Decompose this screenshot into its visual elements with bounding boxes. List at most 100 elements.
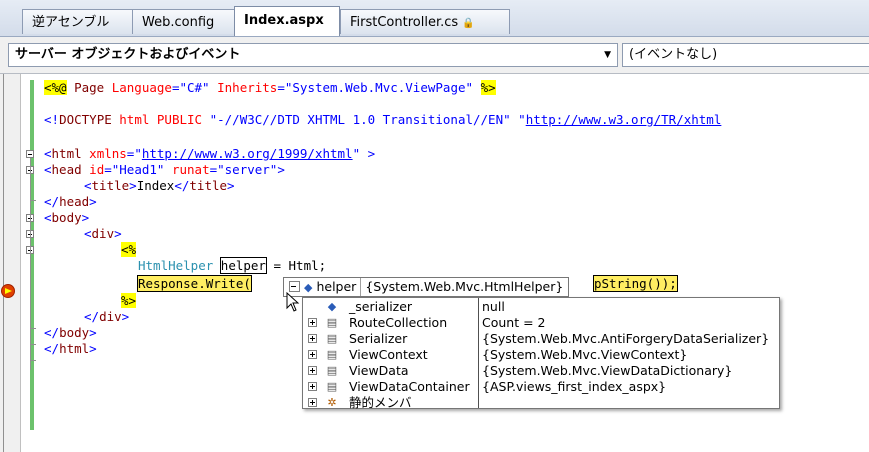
code-link[interactable]: http://www.w3.org/TR/xhtml (526, 112, 722, 127)
code-line-7[interactable]: <body> (44, 210, 89, 226)
code-token: "Head1" (111, 162, 165, 177)
code-token: Language (111, 80, 172, 95)
outline-line (30, 158, 31, 370)
code-token: > (89, 194, 97, 209)
member-name: _serializer (349, 299, 413, 314)
current-statement-arrow-icon[interactable] (1, 284, 15, 298)
margin-border (3, 74, 4, 452)
outline-end (30, 360, 36, 361)
tab-disassembly[interactable]: 逆アセンブル (22, 9, 134, 34)
code-link[interactable]: http://www.w3.org/1999/xhtml (142, 146, 353, 161)
tab-web-config[interactable]: Web.config (132, 9, 236, 34)
member-value[interactable]: {System.Web.Mvc.ViewDataDictionary} (482, 363, 732, 379)
code-token: > (121, 309, 130, 324)
tab-label: Index.aspx (244, 13, 324, 28)
datatip-row[interactable]: ▤ ViewDataContainer {ASP.views_first_ind… (303, 379, 779, 395)
code-line-11[interactable]: Response.Write( (137, 275, 252, 292)
datatip-row[interactable]: ✲ 静的メンバ (303, 395, 779, 411)
property-icon: ▤ (326, 316, 338, 329)
datatip-variable-value[interactable]: {System.Web.Mvc.HtmlHelper} (365, 279, 568, 294)
code-token: Page (66, 80, 112, 95)
code-token: </ (44, 325, 60, 340)
code-token: head (51, 162, 82, 177)
code-token: head (59, 194, 90, 209)
events-dropdown[interactable]: (イベントなし) (622, 43, 869, 67)
code-token: title (91, 178, 130, 193)
code-token: > (81, 210, 90, 225)
member-value[interactable]: {System.Web.Mvc.ViewContext} (482, 347, 687, 363)
tab-first-controller[interactable]: FirstController.cs 🔒 (340, 9, 510, 34)
member-value[interactable]: null (482, 299, 505, 315)
code-token: html (59, 341, 90, 356)
code-token: HtmlHelper (138, 258, 214, 273)
code-token: DOCTYPE (59, 112, 112, 127)
datatip-row[interactable]: ▤ Serializer {System.Web.Mvc.AntiForgery… (303, 331, 779, 347)
code-line-3[interactable]: <html xmlns="http://www.w3.org/1999/xhtm… (44, 146, 375, 162)
code-line-6[interactable]: </head> (44, 194, 97, 210)
object-icon: ◆ (304, 281, 313, 294)
code-token: "server" (217, 162, 278, 177)
code-line-12[interactable]: %> (121, 293, 137, 309)
datatip-header[interactable]: ◆ helper {System.Web.Mvc.HtmlHelper} (283, 277, 570, 297)
expand-icon[interactable] (308, 318, 317, 327)
code-line-9[interactable]: <% (121, 242, 137, 258)
tab-index-aspx[interactable]: Index.aspx (234, 6, 340, 36)
current-statement: Response.Write( (137, 275, 252, 292)
dropdown-arrow-icon[interactable]: ▼ (604, 44, 611, 66)
code-line-5[interactable]: <title>Index</title> (84, 178, 235, 194)
member-value[interactable]: {System.Web.Mvc.AntiForgeryDataSerialize… (482, 331, 769, 347)
code-line-15[interactable]: </html> (44, 341, 97, 357)
static-members-icon: ✲ (327, 396, 337, 409)
property-icon: ▤ (326, 380, 338, 393)
code-token: body (51, 210, 82, 225)
code-line-10[interactable]: HtmlHelper helper = Html; (138, 257, 327, 274)
code-line-1[interactable]: <%@ Page Language="C#" Inherits="System.… (44, 80, 496, 96)
code-token: </ (44, 341, 60, 356)
dropdown-value: サーバー オブジェクトおよびイベント (15, 47, 241, 62)
datatip-row[interactable]: ◆ _serializer null (303, 299, 779, 315)
code-token: </ (44, 194, 60, 209)
code-token: = (104, 162, 112, 177)
expand-icon[interactable] (308, 334, 317, 343)
datatip-row[interactable]: ▤ RouteCollection Count = 2 (303, 315, 779, 331)
code-token: <% (121, 242, 137, 257)
lock-icon: 🔒 (462, 18, 475, 29)
collapse-html-icon[interactable] (26, 150, 34, 158)
code-token: > (129, 178, 137, 193)
code-token: html (51, 146, 82, 161)
code-line-2[interactable]: <!DOCTYPE html PUBLIC "-//W3C//DTD XHTML… (44, 112, 721, 128)
code-token: = Html; (265, 258, 327, 273)
member-name: Serializer (349, 331, 408, 346)
code-token: < (44, 210, 52, 225)
expand-icon[interactable] (308, 350, 317, 359)
member-value[interactable]: {ASP.views_first_index_aspx} (482, 379, 666, 395)
collapse-icon[interactable] (289, 281, 300, 292)
member-value[interactable]: Count = 2 (482, 315, 546, 331)
datatip-row[interactable]: ▤ ViewContext {System.Web.Mvc.ViewContex… (303, 347, 779, 363)
expand-icon[interactable] (308, 398, 317, 407)
code-token: title (189, 178, 228, 193)
code-token: html PUBLIC (111, 112, 210, 127)
code-line-8[interactable]: <div> (84, 226, 122, 242)
code-token: "C#" (179, 80, 210, 95)
code-token: %> (121, 293, 137, 308)
property-icon: ▤ (326, 348, 338, 361)
tab-label: 逆アセンブル (32, 15, 110, 30)
datatip-row[interactable]: ▤ ViewData {System.Web.Mvc.ViewDataDicti… (303, 363, 779, 379)
datatip-variable-name: helper (316, 279, 357, 294)
code-line-14[interactable]: </body> (44, 325, 97, 341)
code-token: div (91, 226, 115, 241)
server-objects-dropdown[interactable]: サーバー オブジェクトおよびイベント ▼ (8, 43, 618, 67)
code-token: div (99, 309, 122, 324)
code-line-13[interactable]: </div> (84, 309, 129, 325)
expand-icon[interactable] (308, 366, 317, 375)
member-name: RouteCollection (349, 315, 448, 330)
code-line-11-tail: pString()); (593, 275, 678, 292)
hovered-variable[interactable]: helper (219, 257, 267, 274)
member-name: 静的メンバ (349, 395, 412, 410)
code-line-4[interactable]: <head id="Head1" runat="server"> (44, 162, 285, 178)
divider (360, 278, 362, 296)
expand-icon[interactable] (308, 382, 317, 391)
